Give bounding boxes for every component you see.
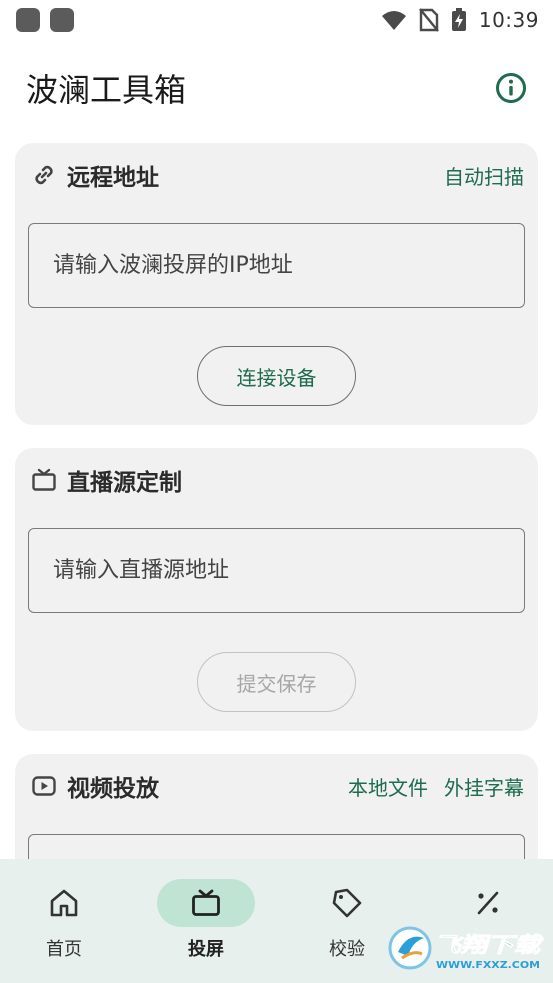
nav-label: 首页 [46, 939, 82, 960]
remote-address-card: 远程地址 自动扫描 连接设备 [15, 143, 538, 425]
watermark-brand: 飞翔下载 [434, 933, 544, 957]
battery-charging-icon [451, 8, 466, 31]
page-title: 波澜工具箱 [26, 71, 187, 109]
status-time: 10:39 [478, 8, 539, 32]
notification-icon [50, 8, 74, 32]
nav-pill [298, 879, 396, 927]
home-icon [50, 889, 78, 917]
status-icons: 10:39 [381, 8, 539, 32]
card-title: 视频投放 [67, 776, 159, 802]
nav-pill [439, 879, 537, 927]
tv-icon [32, 468, 56, 491]
card-header: 直播源定制 [31, 464, 524, 496]
nav-label: 校验 [329, 939, 365, 960]
tag-icon [332, 888, 362, 918]
card-title-wrap: 远程地址 [31, 158, 159, 192]
no-sim-icon [418, 8, 439, 32]
card-header: 视频投放 本地文件 外挂字幕 [31, 770, 524, 802]
nav-pill [15, 879, 113, 927]
percent-icon [477, 891, 499, 915]
local-file-button[interactable]: 本地文件 [348, 772, 428, 801]
play-icon [32, 776, 56, 796]
nav-item-cast[interactable]: 投屏 [136, 879, 276, 969]
ip-address-field[interactable] [28, 223, 525, 308]
notification-icon [16, 8, 40, 32]
auto-scan-button[interactable]: 自动扫描 [444, 161, 524, 190]
card-actions: 自动扫描 [444, 161, 524, 190]
nav-item-home[interactable]: 首页 [0, 879, 134, 969]
status-bar: 10:39 [0, 0, 553, 40]
live-source-field[interactable] [28, 528, 525, 613]
live-source-card: 直播源定制 提交保存 [15, 448, 538, 731]
nav-label: 投屏 [188, 939, 224, 960]
card-title-wrap: 直播源定制 [31, 463, 182, 497]
watermark-logo: 飞翔下载 WWW.FXXZ.COM [388, 922, 548, 974]
connect-device-button[interactable]: 连接设备 [197, 346, 356, 406]
ip-address-input[interactable] [53, 253, 524, 278]
link-icon [35, 165, 53, 185]
tv-icon [192, 889, 220, 916]
nav-pill [157, 879, 255, 927]
card-actions: 本地文件 外挂字幕 [348, 772, 524, 801]
app-bar: 波澜工具箱 [0, 56, 553, 120]
watermark-url: WWW.FXXZ.COM [436, 960, 540, 971]
card-title: 直播源定制 [67, 470, 182, 496]
notification-icons [16, 8, 74, 32]
card-title-wrap: 视频投放 [31, 769, 159, 803]
info-button[interactable] [495, 72, 527, 104]
external-subtitle-button[interactable]: 外挂字幕 [444, 772, 524, 801]
card-title: 远程地址 [67, 165, 159, 191]
wifi-icon [381, 11, 406, 30]
card-header: 远程地址 自动扫描 [31, 159, 524, 191]
submit-save-button[interactable]: 提交保存 [197, 652, 356, 712]
info-icon [496, 73, 526, 103]
live-source-input[interactable] [53, 558, 524, 583]
